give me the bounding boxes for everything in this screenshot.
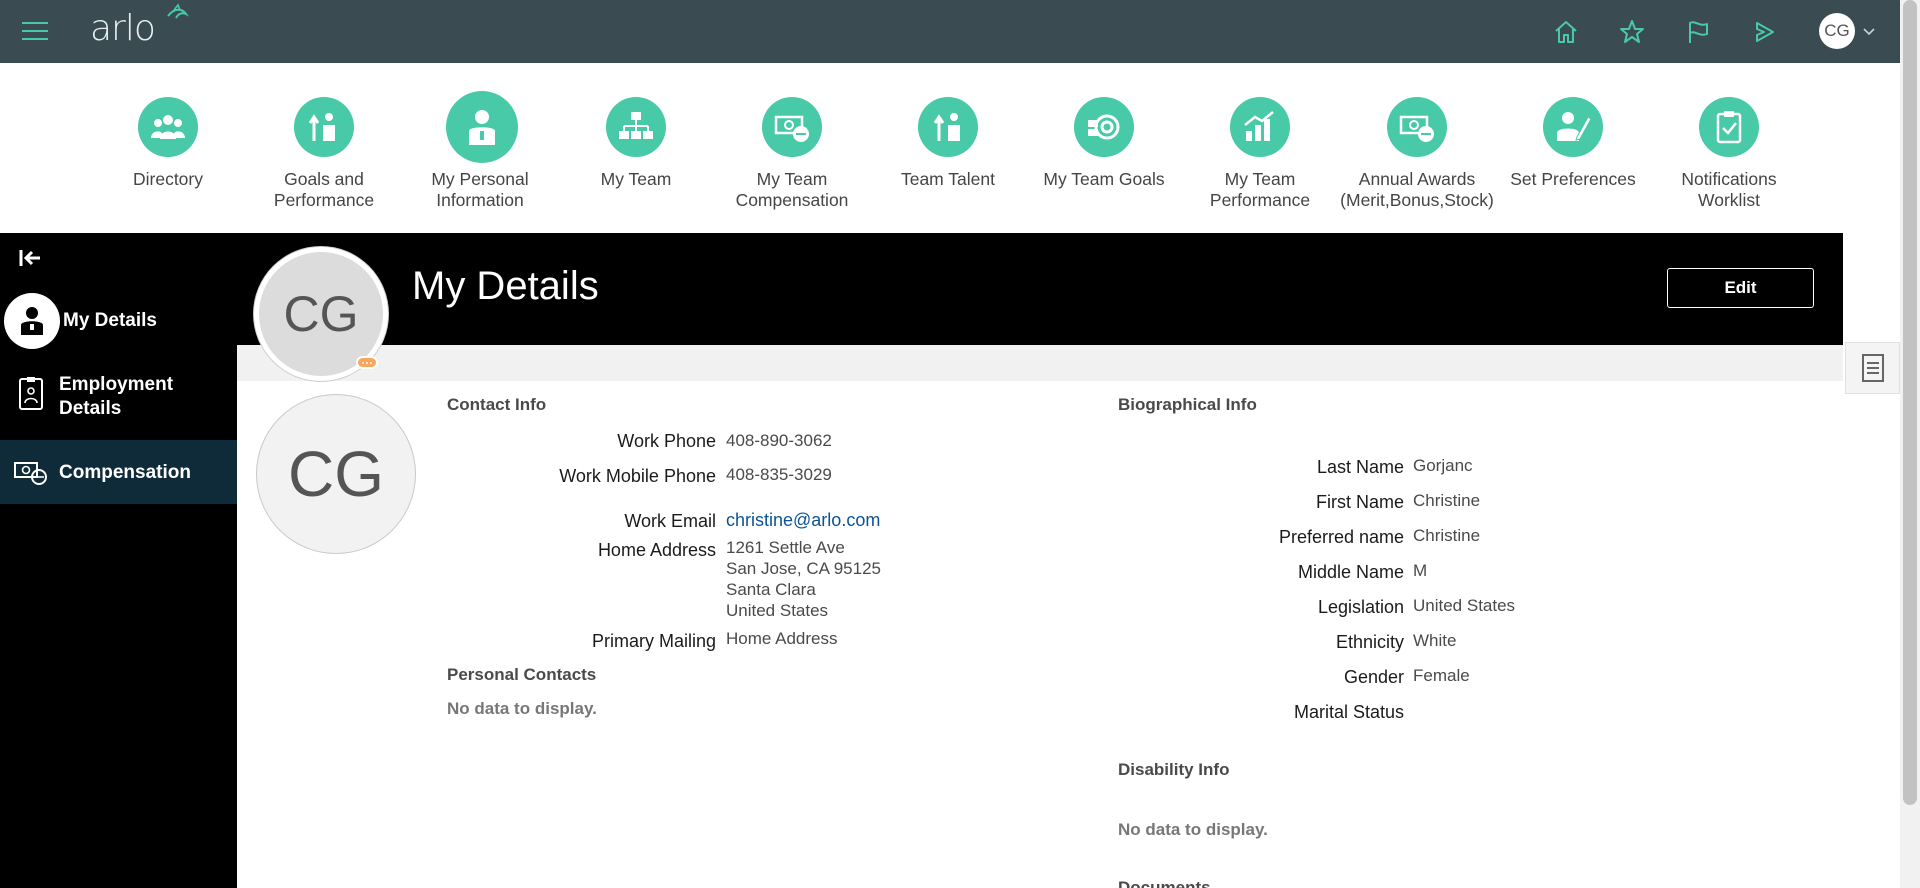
scrollbar-thumb[interactable] xyxy=(1903,0,1917,805)
middle-name-value: M xyxy=(1413,561,1428,580)
work-mobile-phone-value[interactable]: 408-835-3029 xyxy=(726,464,832,485)
field-label: Ethnicity xyxy=(1335,632,1404,652)
ethnicity-value: White xyxy=(1413,631,1457,650)
goals-icon xyxy=(294,97,354,157)
section-title-disability-info: Disability Info xyxy=(1118,760,1230,779)
profile-photo[interactable]: CG xyxy=(256,394,416,554)
money-icon xyxy=(762,97,822,157)
field-label: Middle Name xyxy=(1297,562,1404,582)
personal-contacts-empty: No data to display. xyxy=(447,699,597,718)
bar-chart-icon xyxy=(1230,97,1290,157)
nav-label: Notifications Worklist xyxy=(1681,169,1777,210)
play-icon[interactable] xyxy=(1749,17,1779,47)
nav-label: My Team Performance xyxy=(1209,169,1311,210)
sidebar-item-employment-details[interactable]: Employment Details xyxy=(0,373,237,429)
person-icon xyxy=(4,293,60,349)
gender-value: Female xyxy=(1413,666,1470,685)
section-title-personal-contacts: Personal Contacts xyxy=(447,665,597,684)
document-list-icon[interactable] xyxy=(1845,342,1900,394)
field-label: Legislation xyxy=(1317,597,1404,617)
legislation-value: United States xyxy=(1413,596,1516,615)
nav-label: My Personal Information xyxy=(431,169,529,210)
sidebar-item-label: Compensation xyxy=(59,462,191,483)
home-address-value: 1261 Settle Ave San Jose, CA 95125 Santa… xyxy=(726,538,882,620)
field-label: Work Phone xyxy=(617,431,716,451)
people-icon xyxy=(138,97,198,157)
section-title-contact-info: Contact Info xyxy=(447,395,547,414)
field-label: Primary Mailing xyxy=(591,631,716,651)
nav-label: My Team Goals xyxy=(1043,169,1165,189)
star-icon[interactable] xyxy=(1617,17,1647,47)
preferred-name-value: Christine xyxy=(1413,526,1481,545)
work-phone-value[interactable]: 408-890-3062 xyxy=(726,430,832,451)
nav-label: Set Preferences xyxy=(1510,169,1636,189)
money-icon xyxy=(13,460,49,486)
nav-item-my-team-performance[interactable]: My Team Performance xyxy=(1182,63,1338,233)
nav-item-directory[interactable]: Directory xyxy=(90,63,246,233)
nav-label: Annual Awards (Merit,Bonus,Stock) xyxy=(1340,169,1494,210)
page-root: arlo CG Directory Goals and Performance … xyxy=(0,0,1920,888)
flag-icon[interactable] xyxy=(1683,17,1713,47)
nav-label: Directory xyxy=(132,169,203,189)
badge-icon xyxy=(18,377,44,411)
sidebar-item-label: My Details xyxy=(63,310,157,331)
field-label: Last Name xyxy=(1316,457,1404,477)
sidebar-item-label: Employment Details xyxy=(59,374,174,419)
springboard-nav: Directory Goals and Performance My Perso… xyxy=(0,63,1900,233)
person-icon xyxy=(446,91,518,163)
talent-icon xyxy=(918,97,978,157)
field-label: Work Email xyxy=(624,511,716,531)
edit-button[interactable]: Edit xyxy=(1667,268,1814,308)
top-bar: arlo CG xyxy=(0,0,1900,63)
user-avatar[interactable]: CG xyxy=(1819,13,1855,49)
field-label: Work Mobile Phone xyxy=(559,466,716,486)
primary-mailing-value: Home Address xyxy=(726,629,838,648)
more-options-icon[interactable] xyxy=(356,356,378,369)
nav-item-my-team-compensation[interactable]: My Team Compensation xyxy=(714,63,870,233)
nav-label: My Team Compensation xyxy=(735,169,849,210)
nav-item-my-team[interactable]: My Team xyxy=(558,63,714,233)
disability-info-empty: No data to display. xyxy=(1118,820,1268,839)
brand-logo[interactable]: arlo xyxy=(90,8,156,49)
nav-item-set-preferences[interactable]: Set Preferences xyxy=(1495,63,1651,233)
nav-item-goals-performance[interactable]: Goals and Performance xyxy=(246,63,402,233)
work-email-link[interactable]: christine@arlo.com xyxy=(726,510,880,531)
nav-item-team-talent[interactable]: Team Talent xyxy=(870,63,1026,233)
nav-item-annual-awards[interactable]: Annual Awards (Merit,Bonus,Stock) xyxy=(1339,63,1495,233)
sidebar-item-my-details[interactable]: My Details xyxy=(0,291,237,351)
nav-item-my-team-goals[interactable]: My Team Goals xyxy=(1026,63,1182,233)
hamburger-menu-icon[interactable] xyxy=(22,22,48,42)
target-icon xyxy=(1074,97,1134,157)
field-label: Marital Status xyxy=(1293,702,1404,722)
first-name-value: Christine xyxy=(1413,491,1481,510)
field-label: Preferred name xyxy=(1278,527,1404,547)
section-title-documents: Documents xyxy=(1118,878,1211,888)
nav-label: Team Talent xyxy=(900,169,996,189)
clipboard-icon xyxy=(1699,97,1759,157)
nav-item-my-personal-information[interactable]: My Personal Information xyxy=(402,63,558,233)
awards-icon xyxy=(1387,97,1447,157)
nav-item-notifications-worklist[interactable]: Notifications Worklist xyxy=(1651,63,1807,233)
sidebar-item-compensation[interactable]: Compensation xyxy=(0,440,237,504)
field-label: Home Address xyxy=(597,540,716,560)
header-sub-band xyxy=(237,345,1843,381)
nav-label: Goals and Performance xyxy=(273,169,375,210)
last-name-value: Gorjanc xyxy=(1413,456,1473,475)
collapse-sidebar-icon[interactable] xyxy=(18,247,44,269)
field-label: First Name xyxy=(1315,492,1404,512)
field-label: Gender xyxy=(1343,667,1404,687)
sidebar: My Details Employment Details Compensati… xyxy=(0,233,237,888)
home-icon[interactable] xyxy=(1551,17,1581,47)
org-chart-icon xyxy=(606,97,666,157)
nav-label: My Team xyxy=(600,169,672,189)
chevron-down-icon[interactable] xyxy=(1862,25,1876,39)
section-title-biographical-info: Biographical Info xyxy=(1118,395,1257,414)
page-title: My Details xyxy=(412,264,599,308)
preferences-icon xyxy=(1543,97,1603,157)
